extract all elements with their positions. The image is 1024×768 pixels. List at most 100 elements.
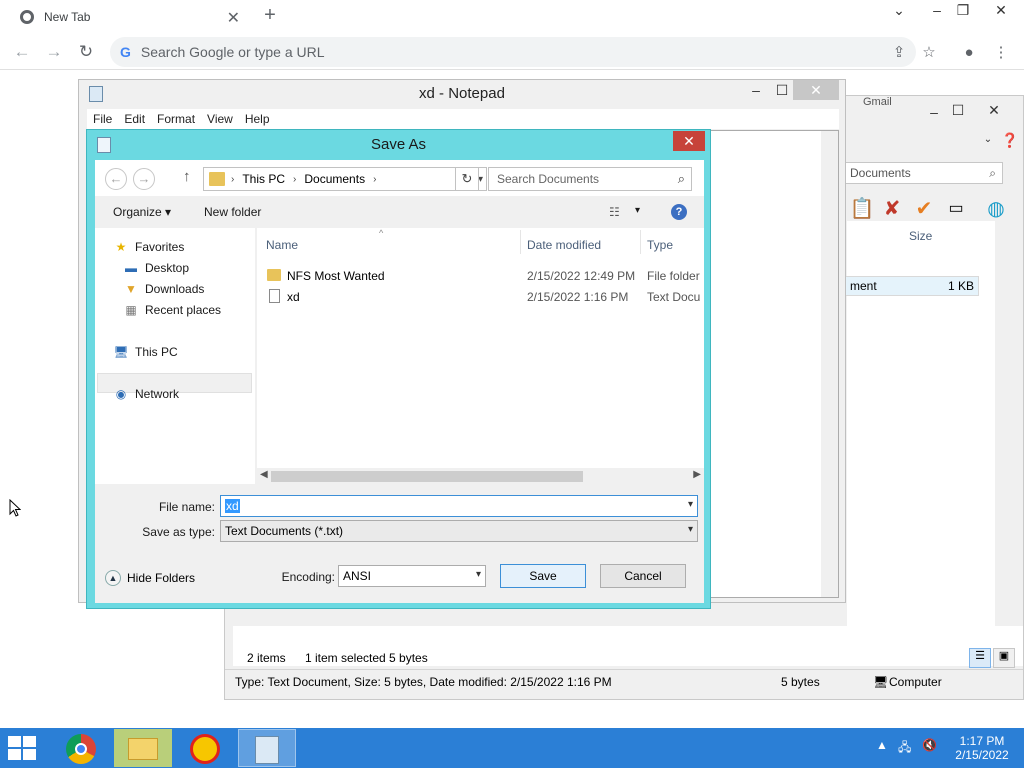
cancel-button[interactable]: Cancel (600, 564, 686, 588)
share-icon[interactable]: ⇪ (888, 42, 910, 64)
up-arrow-icon[interactable]: ↑ (183, 168, 191, 185)
tab-new-tab[interactable]: New Tab ✕ (8, 2, 248, 32)
file-name-input[interactable]: xd ▾ (220, 495, 698, 517)
windows-start-icon[interactable] (8, 736, 38, 760)
back-arrow-icon[interactable]: ← (105, 168, 127, 190)
bookmark-star-icon[interactable]: ☆ (918, 42, 940, 64)
taskbar-notepad-icon[interactable] (238, 729, 296, 767)
show-hidden-icons-icon[interactable]: ▲ (876, 738, 888, 752)
close-button[interactable]: ✕ (986, 2, 1016, 19)
menu-file[interactable]: File (87, 109, 118, 129)
menu-view[interactable]: View (201, 109, 239, 129)
encoding-select[interactable]: ANSI ▾ (338, 565, 486, 587)
properties-icon[interactable]: ▭ (943, 196, 969, 222)
explorer-close-button[interactable]: ✕ (983, 102, 1005, 119)
tree-label: Favorites (135, 240, 185, 254)
breadcrumb-this-pc[interactable]: This PC (242, 172, 285, 186)
reload-icon[interactable]: ↻ (74, 40, 98, 64)
save-as-title: Save As (370, 136, 427, 153)
taskbar-clock[interactable]: 1:17 PM 2/15/2022 (946, 734, 1018, 762)
horizontal-scrollbar[interactable]: ◀ ▶ (257, 468, 704, 485)
save-button[interactable]: Save (500, 564, 586, 588)
explorer-file-row[interactable]: ment 1 KB (845, 276, 979, 296)
notepad-minimize-button[interactable]: – (743, 82, 769, 102)
checkmark-icon[interactable]: ✔ (911, 196, 937, 222)
notepad-maximize-button[interactable]: ☐ (769, 82, 795, 102)
forward-arrow-icon[interactable]: → (42, 40, 66, 64)
scroll-left-icon[interactable]: ◀ (260, 469, 268, 480)
menu-edit[interactable]: Edit (118, 109, 151, 129)
save-as-close-button[interactable]: ✕ (673, 131, 705, 151)
tree-label: Desktop (145, 261, 190, 275)
chevron-down-icon[interactable]: ▾ (476, 569, 481, 580)
notepad-scrollbar[interactable] (821, 131, 838, 597)
refresh-icon[interactable]: ↻ (455, 167, 479, 191)
volume-muted-icon[interactable]: 🔇 (922, 738, 937, 752)
search-placeholder: Search Documents (497, 172, 600, 186)
tree-item-downloads[interactable]: ▼ Downloads (123, 282, 204, 296)
column-divider[interactable] (520, 230, 521, 254)
help-icon[interactable]: ? (671, 204, 687, 220)
file-list: ^ Name Date modified Type NFS Most Wante… (257, 228, 704, 484)
chrome-tabstrip: New Tab ✕ + ⌄ – ❐ ✕ (0, 0, 1024, 34)
column-header-type[interactable]: Type (647, 238, 673, 252)
explorer-search-input[interactable]: Documents ⌕ (845, 162, 1003, 184)
computer-icon: 🖥 (113, 345, 129, 359)
explorer-col-size[interactable]: Size (909, 229, 932, 243)
explorer-expand-icon[interactable]: ⌄ (977, 134, 999, 145)
notepad-close-button[interactable]: ✕ (793, 80, 839, 100)
menu-kebab-icon[interactable]: ⋮ (990, 42, 1012, 64)
tree-item-network[interactable]: ◉ Network (113, 387, 179, 401)
address-bar[interactable]: › This PC › Documents › ▾ (203, 167, 487, 191)
tree-item-recent[interactable]: ▦ Recent places (123, 303, 221, 317)
tree-label: This PC (135, 345, 178, 359)
delete-x-icon[interactable]: ✘ (879, 196, 905, 222)
tree-item-desktop[interactable]: ▬ Desktop (123, 261, 189, 275)
new-folder-button[interactable]: New folder (204, 205, 261, 219)
taskbar-file-explorer-icon[interactable] (114, 729, 172, 767)
clipboard-icon[interactable]: 📋 (849, 196, 875, 222)
menu-help[interactable]: Help (239, 109, 276, 129)
save-as-type-select[interactable]: Text Documents (*.txt) ▾ (220, 520, 698, 542)
tab-search-icon[interactable]: ⌄ (884, 2, 914, 19)
column-header-date[interactable]: Date modified (527, 238, 601, 252)
profile-avatar-icon[interactable]: ● (958, 42, 980, 64)
tree-item-favorites[interactable]: ★ Favorites (113, 240, 185, 254)
chevron-down-icon[interactable]: ▾ (688, 499, 693, 510)
breadcrumb-documents[interactable]: Documents (304, 172, 365, 186)
sort-ascending-icon: ^ (379, 228, 384, 238)
restore-button[interactable]: ❐ (948, 2, 978, 19)
forward-arrow-icon[interactable]: → (133, 168, 155, 190)
new-tab-button[interactable]: + (258, 4, 282, 27)
organize-button[interactable]: Organize ▾ (113, 205, 171, 219)
hide-folders-button[interactable]: ▲ Hide Folders (105, 570, 195, 586)
view-options-icon[interactable]: ☷ (609, 205, 620, 219)
tab-close-icon[interactable]: ✕ (227, 8, 240, 28)
network-tray-icon[interactable]: 🖧 (898, 738, 911, 759)
column-divider[interactable] (640, 230, 641, 254)
notepad-title: xd - Notepad (419, 85, 505, 102)
menu-format[interactable]: Format (151, 109, 201, 129)
omnibox[interactable]: G Search Google or type a URL (110, 37, 916, 67)
explorer-maximize-button[interactable]: ☐ (947, 102, 969, 119)
globe-icon[interactable]: ◍ (983, 196, 1009, 222)
file-row[interactable]: xd 2/15/2022 1:16 PM Text Docu (257, 287, 704, 307)
search-documents-input[interactable]: Search Documents ⌕ (488, 167, 692, 191)
scroll-thumb[interactable] (271, 471, 583, 482)
details-view-button[interactable]: ☰ (969, 648, 991, 668)
scroll-right-icon[interactable]: ▶ (693, 469, 701, 480)
explorer-help-icon[interactable]: ❓ (999, 132, 1021, 149)
explorer-minimize-button[interactable]: – (923, 104, 945, 120)
column-header-name[interactable]: Name (266, 238, 298, 252)
file-row[interactable]: NFS Most Wanted 2/15/2022 12:49 PM File … (257, 266, 704, 286)
tiles-view-button[interactable]: ▣ (993, 648, 1015, 668)
navigation-pane: ★ Favorites ▬ Desktop ▼ Downloads ▦ Rece… (95, 228, 255, 484)
chevron-down-icon[interactable]: ▾ (635, 205, 640, 216)
taskbar-sun-app-icon[interactable] (176, 729, 234, 767)
taskbar-chrome-icon[interactable] (52, 729, 110, 767)
chevron-down-icon[interactable]: ▾ (688, 524, 693, 535)
status-size-text: 5 bytes (781, 675, 820, 689)
back-arrow-icon[interactable]: ← (10, 40, 34, 64)
save-as-type-label: Save as type: (142, 525, 215, 539)
tree-item-this-pc[interactable]: 🖥 This PC (113, 345, 178, 359)
